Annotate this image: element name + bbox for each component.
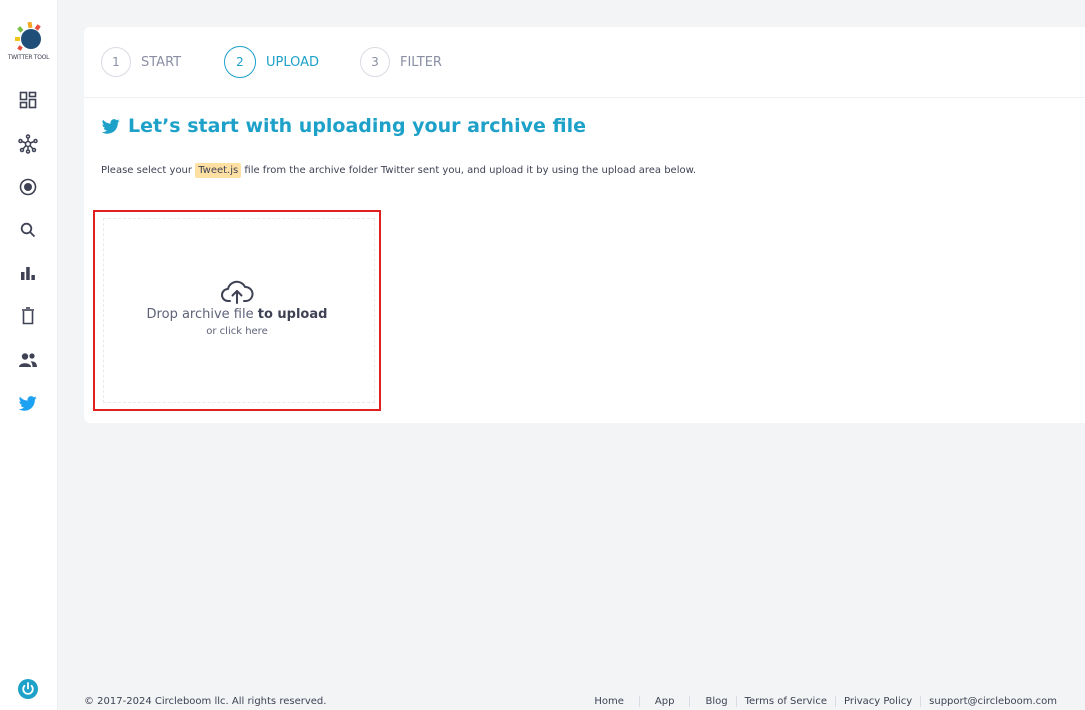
trash-icon	[22, 307, 34, 325]
sidebar-item-network[interactable]	[14, 130, 42, 158]
copyright: © 2017-2024 Circleboom llc. All rights r…	[84, 696, 327, 707]
step-number: 2	[224, 46, 256, 78]
step-label: FILTER	[400, 54, 442, 70]
step-label: UPLOAD	[266, 54, 320, 70]
sidebar-item-delete[interactable]	[14, 302, 42, 330]
logo[interactable]: TWITTER TOOL	[0, 22, 57, 61]
twitter-bird-icon	[102, 118, 120, 134]
step-upload[interactable]: 2 UPLOAD	[224, 46, 319, 78]
footer-link-support-email[interactable]: support@circleboom.com	[920, 696, 1065, 707]
sidebar-item-twitter[interactable]	[14, 389, 42, 417]
power-icon	[18, 679, 38, 699]
dropzone-title-bold: to upload	[257, 307, 328, 322]
upload-card: 1 START 2 UPLOAD 3 FILTER Let’s start wi…	[84, 27, 1085, 423]
logo-icon	[14, 22, 41, 51]
footer-links: Home App Blog Terms of Service Privacy P…	[586, 696, 1065, 707]
sidebar-item-dashboard[interactable]	[14, 86, 42, 114]
step-filter[interactable]: 3 FILTER	[360, 46, 442, 78]
dropzone-title: Drop archive file to upload	[95, 307, 379, 322]
dashboard-icon	[19, 91, 37, 109]
step-number: 3	[360, 47, 390, 77]
page-title-text: Let’s start with uploading your archive …	[128, 115, 586, 137]
step-label: START	[141, 54, 182, 70]
sidebar-item-record[interactable]	[14, 173, 42, 201]
filename-highlight: Tweet.js	[195, 163, 242, 178]
footer-link-home[interactable]: Home	[586, 696, 639, 707]
footer-link-blog[interactable]: Blog	[689, 696, 735, 707]
footer-link-terms[interactable]: Terms of Service	[735, 696, 835, 707]
record-icon	[19, 178, 37, 196]
network-icon	[18, 134, 38, 154]
dropzone-subtitle: or click here	[206, 326, 268, 337]
twitter-bird-icon	[19, 395, 37, 411]
search-icon	[20, 222, 36, 238]
dropzone-title-normal: Drop archive file	[146, 307, 258, 322]
instructions: Please select your Tweet.js file from th…	[101, 163, 697, 178]
cloud-upload-icon	[221, 280, 254, 304]
sidebar-item-search[interactable]	[14, 216, 42, 244]
page-title: Let’s start with uploading your archive …	[102, 115, 586, 137]
logo-text: TWITTER TOOL	[7, 54, 50, 61]
dropzone-content: Drop archive file to upload or click her…	[95, 279, 379, 337]
instructions-before: Please select your	[101, 165, 196, 176]
stepper: 1 START 2 UPLOAD 3 FILTER	[84, 27, 1085, 98]
sidebar-item-analytics[interactable]	[14, 259, 42, 287]
step-start[interactable]: 1 START	[101, 46, 181, 78]
bar-chart-icon	[21, 267, 35, 280]
users-icon	[19, 353, 37, 367]
footer-link-app[interactable]: App	[638, 696, 690, 707]
logout-button[interactable]	[14, 675, 42, 703]
upload-dropzone[interactable]: Drop archive file to upload or click her…	[93, 210, 381, 411]
sidebar-item-users[interactable]	[14, 346, 42, 374]
instructions-after: file from the archive folder Twitter sen…	[241, 165, 697, 176]
footer-link-privacy[interactable]: Privacy Policy	[834, 696, 920, 707]
sidebar: TWITTER TOOL	[0, 0, 58, 710]
step-number: 1	[101, 47, 131, 77]
